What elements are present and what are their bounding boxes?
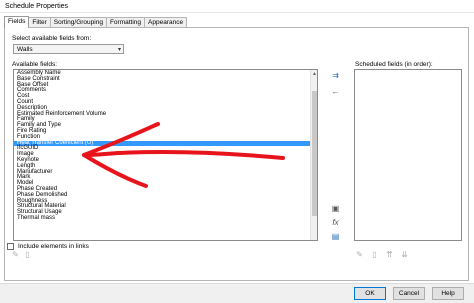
new-parameter-icon[interactable]: ▣ [331,204,340,213]
remove-parameter-icon[interactable]: ← [331,87,340,96]
scheduled-fields-label: Scheduled fields (in order): [355,61,433,68]
add-parameter-icon[interactable]: ⇉ [331,71,340,80]
cancel-button[interactable]: Cancel [393,287,425,300]
available-fields-scrollbar[interactable]: ▲ [310,70,317,240]
window-title: Schedule Properties [5,3,69,10]
tab-fields[interactable]: Fields [4,16,30,28]
edit-scheduled-icon[interactable]: ✎ [355,250,364,259]
title-bar: Schedule Properties [0,0,474,13]
include-links-label: Include elements in links [18,243,89,250]
available-fields-label: Available fields: [12,61,58,68]
move-up-icon[interactable]: ⇈ [385,250,394,259]
ok-button[interactable]: OK [354,287,386,300]
category-select[interactable]: Walls ▾ [13,44,124,54]
delete-scheduled-icon[interactable]: ▯ [370,250,379,259]
delete-icon[interactable]: ▯ [23,250,32,259]
combine-parameters-icon[interactable]: ▤ [331,232,340,241]
category-select-value: Walls [17,46,33,53]
chevron-down-icon: ▾ [117,47,121,53]
help-button[interactable]: Help [432,287,464,300]
scroll-up-icon[interactable]: ▲ [312,71,317,77]
select-fields-label: Select available fields from: [12,35,92,42]
formula-icon[interactable]: fx [331,218,340,227]
include-links-checkbox[interactable] [7,243,14,250]
available-fields-list[interactable]: ▲ Assembly Name Base Constraint Base Offse… [13,69,318,241]
edit-icon[interactable]: ✎ [11,250,20,259]
scrollbar-thumb[interactable] [312,91,317,216]
list-item[interactable]: Thermal mass [17,215,305,222]
move-down-icon[interactable]: ⇊ [400,250,409,259]
scheduled-fields-list[interactable] [354,69,462,241]
